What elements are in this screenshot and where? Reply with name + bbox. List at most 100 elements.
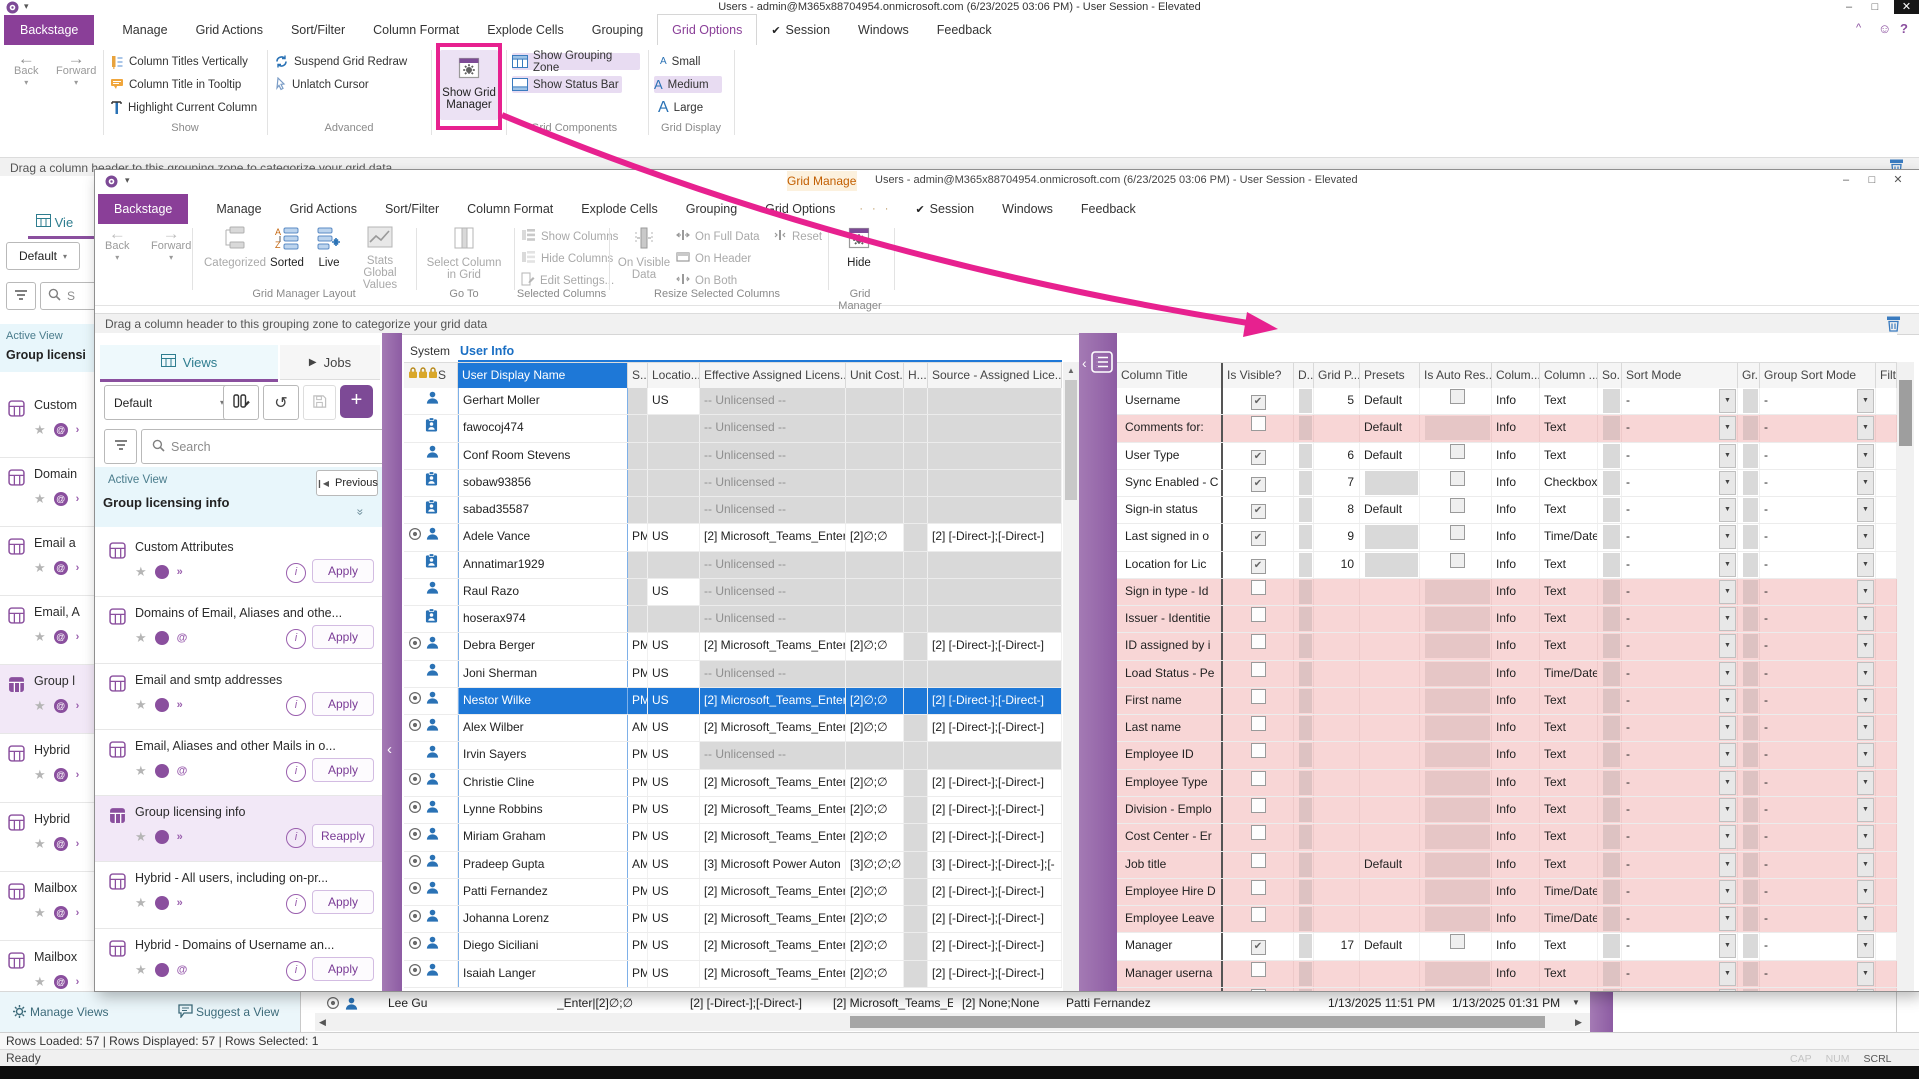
- visible-checkbox[interactable]: ✔: [1251, 477, 1266, 492]
- suggest-view-button[interactable]: Suggest a View: [196, 1005, 279, 1019]
- tab-windows[interactable]: Windows: [988, 194, 1067, 224]
- manager-column-row[interactable]: Employee LeaveInfoTime/Date-▼-▼: [1117, 906, 1897, 933]
- visible-checkbox[interactable]: [1251, 880, 1266, 895]
- user-row[interactable]: Raul RazoUS-- Unlicensed --: [404, 579, 1062, 606]
- user-row[interactable]: Debra BergerPMUS[2] Microsoft_Teams_Ente…: [404, 633, 1062, 660]
- sort-mode-dropdown-icon[interactable]: ▼: [1857, 444, 1874, 468]
- sidebar-view-item[interactable]: Domain★@›: [0, 458, 96, 527]
- user-row[interactable]: Diego SicilianiPMUS[2] Microsoft_Teams_E…: [404, 933, 1062, 960]
- manager-column-row[interactable]: Comments for:DefaultInfoText-▼-▼: [1117, 415, 1897, 442]
- manager-column-header[interactable]: Presets: [1360, 363, 1420, 389]
- info-icon[interactable]: i: [286, 563, 306, 583]
- scroll-left-icon[interactable]: ◀: [319, 1017, 326, 1028]
- sort-mode-dropdown-icon[interactable]: ▼: [1857, 743, 1874, 767]
- help-icon[interactable]: ?: [1900, 21, 1908, 36]
- manager-column-header[interactable]: Is Auto Res...: [1420, 363, 1492, 389]
- user-row[interactable]: Annatimar1929-- Unlicensed --: [404, 552, 1062, 579]
- view-item[interactable]: Email and smtp addresses★»iApply: [95, 664, 382, 730]
- stats-global-values-button[interactable]: Stats Global Values: [349, 226, 411, 291]
- visible-checkbox[interactable]: [1251, 689, 1266, 704]
- manager-column-row[interactable]: Manager GraphTechnicalInfoText-▼-▼: [1117, 988, 1897, 991]
- info-icon[interactable]: i: [286, 961, 306, 981]
- manager-column-header[interactable]: Sort Mode: [1622, 363, 1738, 389]
- sort-mode-dropdown-icon[interactable]: ▼: [1857, 880, 1874, 904]
- auto-resize-checkbox[interactable]: [1450, 444, 1465, 459]
- sort-mode-dropdown-icon[interactable]: ▼: [1857, 907, 1874, 931]
- column-title-tooltip-button[interactable]: Column Title in Tooltip: [110, 76, 241, 93]
- sort-mode-dropdown-icon[interactable]: ▼: [1719, 553, 1736, 577]
- manager-column-row[interactable]: Manager usernaInfoText-▼-▼: [1117, 961, 1897, 988]
- on-visible-data-button[interactable]: On Visible Data: [617, 226, 671, 281]
- user-row[interactable]: sobaw93856-- Unlicensed --: [404, 470, 1062, 497]
- tab-explode-cells[interactable]: Explode Cells: [473, 15, 577, 45]
- back-button[interactable]: ← Back ▾: [105, 228, 129, 264]
- outer-view-preset-dropdown[interactable]: Default ▾: [6, 242, 80, 270]
- minimize-button[interactable]: –: [1838, 0, 1860, 14]
- target-icon[interactable]: [408, 852, 422, 877]
- sort-mode-dropdown-icon[interactable]: ▼: [1857, 607, 1874, 631]
- column-header[interactable]: S...: [628, 363, 648, 389]
- clear-grouping-icon[interactable]: [1885, 315, 1902, 335]
- apply-button[interactable]: Apply: [312, 890, 374, 914]
- visible-checkbox[interactable]: ✔: [1251, 504, 1266, 519]
- tab-manage[interactable]: Manage: [202, 194, 275, 224]
- sort-mode-dropdown-icon[interactable]: ▼: [1857, 771, 1874, 795]
- app-logo-icon[interactable]: [105, 175, 118, 191]
- tab-sort-filter[interactable]: Sort/Filter: [277, 15, 359, 45]
- sort-mode-dropdown-icon[interactable]: ▼: [1857, 634, 1874, 658]
- select-column-in-grid-button[interactable]: Select Column in Grid: [425, 226, 503, 281]
- target-icon[interactable]: [408, 825, 422, 850]
- visible-checkbox[interactable]: [1251, 798, 1266, 813]
- sort-mode-dropdown-icon[interactable]: ▼: [1719, 825, 1736, 849]
- manager-column-row[interactable]: Manager✔17DefaultInfoText-▼-▼: [1117, 933, 1897, 960]
- tab-windows[interactable]: Windows: [844, 15, 923, 45]
- user-row[interactable]: hoserax974-- Unlicensed --: [404, 606, 1062, 633]
- hide-grid-manager-button[interactable]: Hide: [837, 226, 881, 269]
- outer-filter-button[interactable]: [6, 282, 36, 310]
- visible-checkbox[interactable]: ✔: [1251, 450, 1266, 465]
- apply-button[interactable]: Apply: [312, 957, 374, 981]
- manager-column-row[interactable]: Sync Enabled - C✔7InfoCheckbox-▼-▼: [1117, 470, 1897, 497]
- view-item[interactable]: Group licensing info★»iReapply: [95, 796, 382, 862]
- manager-column-row[interactable]: Employee Hire DInfoTime/Date-▼-▼: [1117, 879, 1897, 906]
- sort-mode-dropdown-icon[interactable]: ▼: [1857, 798, 1874, 822]
- tab-session[interactable]: ✔Session: [757, 15, 844, 45]
- apply-button[interactable]: Apply: [312, 758, 374, 782]
- column-header[interactable]: Locatio...: [648, 363, 700, 389]
- view-item[interactable]: Domains of Email, Aliases and othe...★@i…: [95, 597, 382, 663]
- collapse-panel-icon[interactable]: ‹: [1082, 355, 1087, 371]
- scroll-up-icon[interactable]: ▲: [1067, 366, 1075, 375]
- manager-column-row[interactable]: ID assigned by iInfoText-▼-▼: [1117, 633, 1897, 660]
- manager-column-row[interactable]: Employee TypeInfoText-▼-▼: [1117, 770, 1897, 797]
- sorted-button[interactable]: AZ Sorted: [267, 226, 307, 269]
- sort-mode-dropdown-icon[interactable]: ▼: [1857, 716, 1874, 740]
- sort-mode-dropdown-icon[interactable]: ▼: [1857, 471, 1874, 495]
- manager-column-row[interactable]: Division - EmploInfoText-▼-▼: [1117, 797, 1897, 824]
- target-icon[interactable]: [408, 689, 422, 714]
- sort-mode-dropdown-icon[interactable]: ▼: [1857, 662, 1874, 686]
- reset-button[interactable]: Reset: [773, 228, 822, 245]
- manager-column-row[interactable]: User Type✔6DefaultInfoText-▼-▼: [1117, 443, 1897, 470]
- grid-vertical-scrollbar[interactable]: ▲: [1063, 362, 1079, 991]
- target-icon[interactable]: [408, 525, 422, 550]
- star-icon[interactable]: ★: [135, 630, 147, 646]
- user-row[interactable]: Johanna LorenzPMUS[2] Microsoft_Teams_En…: [404, 906, 1062, 933]
- reapply-button[interactable]: Reapply: [312, 824, 374, 848]
- sort-mode-dropdown-icon[interactable]: ▼: [1857, 989, 1874, 991]
- outer-grid-row[interactable]: Lee Gu _Enter|[2]∅;∅ [2] [-Direct-];[-Di…: [315, 994, 1590, 1014]
- target-icon[interactable]: [408, 770, 422, 795]
- forward-dropdown-icon[interactable]: ▾: [74, 77, 78, 89]
- grid-display-medium-button[interactable]: A Medium: [654, 76, 722, 93]
- sort-mode-dropdown-icon[interactable]: ▼: [1719, 389, 1736, 413]
- panel-vertical-scrollbar[interactable]: [1897, 362, 1914, 991]
- band-system[interactable]: System: [410, 344, 450, 358]
- manager-column-header[interactable]: So...: [1598, 363, 1622, 389]
- sidebar-view-item[interactable]: Custom★@›: [0, 389, 96, 458]
- user-row[interactable]: fawocoj474-- Unlicensed --: [404, 415, 1062, 442]
- column-header[interactable]: Unit Cost...: [846, 363, 904, 389]
- column-header[interactable]: Source - Assigned Lice...: [928, 363, 1062, 389]
- tab-grid-options[interactable]: Grid Options: [751, 194, 849, 224]
- band-user-info[interactable]: User Info: [460, 344, 514, 358]
- sort-mode-dropdown-icon[interactable]: ▼: [1857, 962, 1874, 986]
- collapse-panel-icon[interactable]: ‹: [387, 741, 392, 758]
